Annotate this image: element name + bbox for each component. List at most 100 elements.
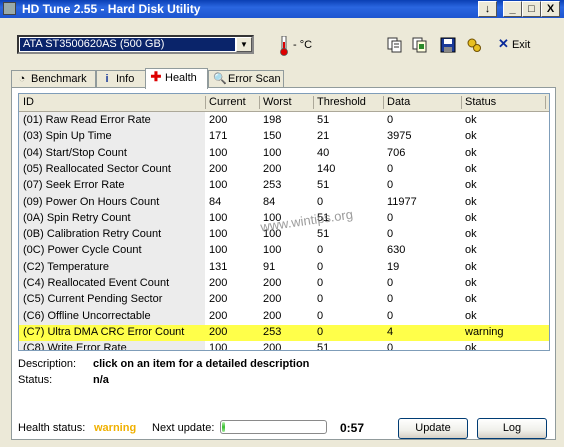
- col-threshold[interactable]: Threshold: [317, 96, 366, 108]
- tab-benchmark[interactable]: ◔ Benchmark: [11, 70, 96, 88]
- table-row[interactable]: (05) Reallocated Sector Count 200 200 140 0 o…: [19, 162, 549, 179]
- log-button[interactable]: Log: [477, 418, 547, 439]
- table-row[interactable]: (09) Power On Hours Count 84 84 0 11977 ok: [19, 195, 549, 212]
- cell-id: (0A) Spin Retry Count: [23, 211, 131, 224]
- table-row[interactable]: (C7) Ultra DMA CRC Error Count 200 253 0 4 wa…: [19, 324, 549, 342]
- update-button[interactable]: Update: [398, 418, 468, 439]
- table-row[interactable]: (C8) Write Error Rate 100 200 51 0 ok: [19, 341, 549, 351]
- cell-current: 200: [209, 277, 228, 289]
- cell-current: 84: [209, 195, 222, 208]
- cell-threshold: 0: [317, 277, 324, 289]
- cell-data: 630: [387, 244, 406, 257]
- cell-status: warning: [465, 325, 504, 338]
- tab-error-scan[interactable]: 🔍Error Scan: [208, 70, 284, 88]
- exit-label: Exit: [511, 39, 531, 51]
- cell-threshold: 0: [317, 325, 324, 338]
- save-icon[interactable]: [440, 37, 456, 53]
- table-row[interactable]: (03) Spin Up Time 171 150 21 3975 ok: [19, 129, 549, 146]
- cell-id: (05) Reallocated Sector Count: [23, 162, 171, 175]
- cell-id: (C7) Ultra DMA CRC Error Count: [23, 325, 185, 338]
- cell-id: (01) Raw Read Error Rate: [23, 114, 151, 126]
- magnifier-icon: 🔍: [213, 73, 227, 85]
- cell-worst: 253: [263, 325, 282, 338]
- cell-status: ok: [465, 228, 477, 241]
- close-button[interactable]: X: [541, 1, 560, 17]
- copy-all-icon[interactable]: [412, 37, 428, 53]
- cell-threshold: 51: [317, 179, 330, 192]
- cell-current: 200: [209, 325, 228, 338]
- table-row[interactable]: (0C) Power Cycle Count 100 100 0 630 ok: [19, 243, 549, 260]
- table-row[interactable]: (C5) Current Pending Sector 200 200 0 0 ok: [19, 292, 549, 309]
- cell-current: 200: [209, 162, 228, 175]
- description-area: Description: click on an item for a deta…: [18, 358, 550, 402]
- cell-threshold: 0: [317, 260, 324, 273]
- minimize-button[interactable]: _: [503, 1, 522, 17]
- chevron-down-icon[interactable]: ▼: [236, 37, 252, 52]
- col-worst[interactable]: Worst: [263, 96, 292, 108]
- cell-data: 19: [387, 260, 400, 273]
- exit-button[interactable]: ✕ Exit: [498, 36, 530, 52]
- cell-id: (C8) Write Error Rate: [23, 342, 127, 351]
- options-icon[interactable]: [466, 37, 482, 53]
- cell-status: ok: [465, 179, 477, 192]
- cell-data: 706: [387, 146, 406, 159]
- countdown-time: 0:57: [340, 421, 365, 435]
- cell-data: 0: [387, 342, 394, 351]
- table-header: ID Current Worst Threshold Data Status: [19, 94, 549, 112]
- table-row[interactable]: (C4) Reallocated Event Count 200 200 0 0 ok: [19, 276, 549, 293]
- table-row[interactable]: (07) Seek Error Rate 100 253 51 0 ok: [19, 178, 549, 195]
- cell-worst: 200: [263, 162, 282, 175]
- cell-data: 11977: [387, 195, 417, 208]
- cell-data: 4: [387, 325, 394, 338]
- update-progress-bar: [220, 420, 327, 434]
- drive-select[interactable]: ATA ST3500620AS (500 GB) ▼: [17, 35, 254, 54]
- cell-data: 0: [387, 179, 394, 192]
- info-icon: i: [105, 73, 109, 85]
- cell-status: ok: [465, 260, 477, 273]
- cell-worst: 100: [263, 146, 282, 159]
- cell-current: 200: [209, 293, 228, 306]
- col-data[interactable]: Data: [387, 96, 410, 108]
- cell-worst: 253: [263, 179, 282, 192]
- cell-id: (C4) Reallocated Event Count: [23, 277, 170, 289]
- next-update-label: Next update:: [152, 422, 215, 434]
- table-row[interactable]: (04) Start/Stop Count 100 100 40 706 ok: [19, 146, 549, 163]
- cell-worst: 200: [263, 277, 282, 289]
- col-id[interactable]: ID: [23, 96, 34, 108]
- cell-current: 100: [209, 211, 228, 224]
- cell-data: 0: [387, 293, 394, 306]
- cell-current: 200: [209, 309, 228, 322]
- health-panel: ID Current Worst Threshold Data Status (…: [11, 87, 556, 440]
- cell-current: 200: [209, 114, 228, 126]
- copy-icon[interactable]: [387, 37, 403, 53]
- cell-threshold: 0: [317, 244, 324, 257]
- cell-data: 0: [387, 211, 394, 224]
- maximize-button[interactable]: □: [522, 1, 541, 17]
- tab-info[interactable]: i Info: [96, 70, 146, 88]
- table-row[interactable]: (C2) Temperature 131 91 0 19 ok: [19, 260, 549, 277]
- cell-worst: 84: [263, 195, 276, 208]
- cell-data: 0: [387, 228, 394, 241]
- tab-health[interactable]: ✚ Health: [145, 68, 208, 89]
- col-status[interactable]: Status: [465, 96, 496, 108]
- table-row[interactable]: (01) Raw Read Error Rate 200 198 51 0 ok: [19, 113, 549, 130]
- health-status-label: Health status:: [18, 422, 86, 434]
- cell-id: (07) Seek Error Rate: [23, 179, 125, 192]
- table-row[interactable]: (C6) Offline Uncorrectable 200 200 0 0 ok: [19, 309, 549, 326]
- col-current[interactable]: Current: [209, 96, 246, 108]
- cell-worst: 150: [263, 130, 282, 143]
- cell-worst: 91: [263, 260, 276, 273]
- cell-data: 0: [387, 114, 394, 126]
- cell-status: ok: [465, 309, 477, 322]
- cell-id: (C6) Offline Uncorrectable: [23, 309, 151, 322]
- cell-id: (03) Spin Up Time: [23, 130, 112, 143]
- health-status-value: warning: [94, 422, 137, 434]
- thermometer-icon: [280, 36, 288, 56]
- cell-status: ok: [465, 146, 477, 159]
- cell-worst: 200: [263, 342, 282, 351]
- down-arrow-button[interactable]: ↓: [478, 1, 497, 17]
- cell-status: ok: [465, 277, 477, 289]
- cell-threshold: 40: [317, 146, 330, 159]
- cell-threshold: 0: [317, 309, 324, 322]
- cell-id: (04) Start/Stop Count: [23, 146, 127, 159]
